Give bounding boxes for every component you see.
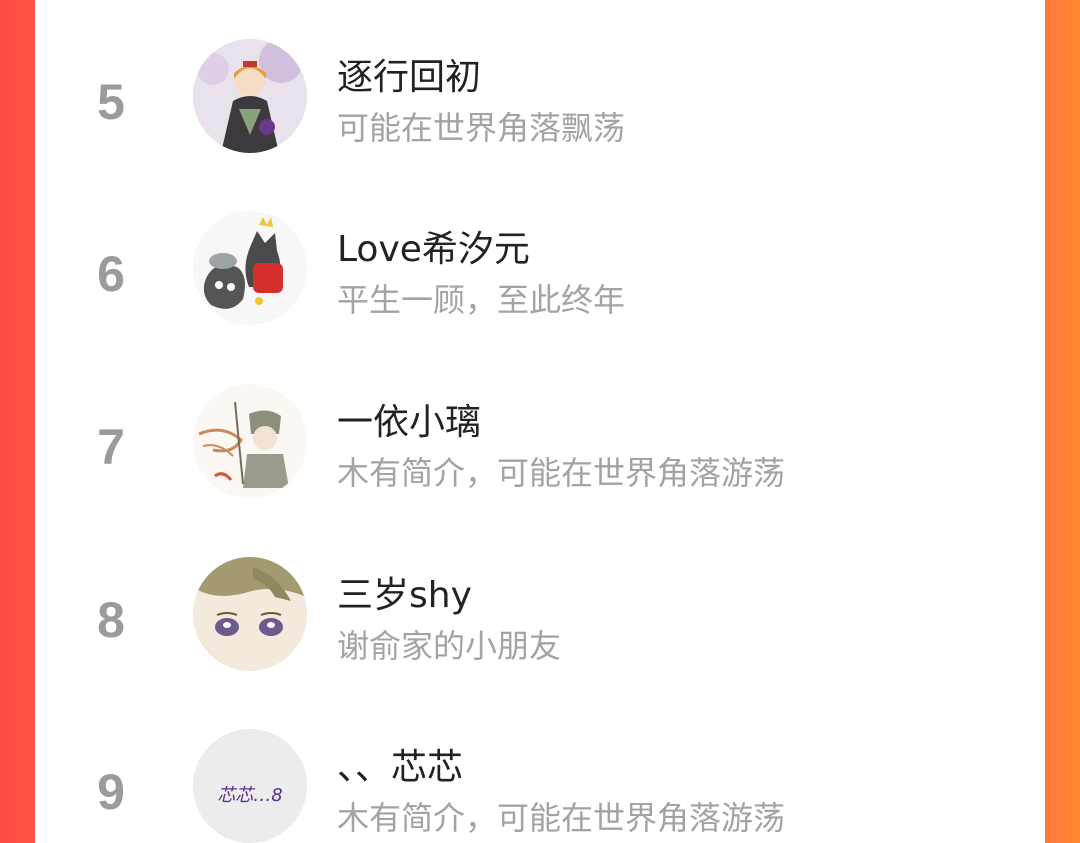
user-bio: 平生一顾，至此终年 bbox=[337, 281, 626, 319]
rank-number: 7 bbox=[97, 419, 125, 475]
avatar-anime-girl-kimono-icon[interactable] bbox=[193, 39, 307, 153]
avatar-anime-child-face-icon[interactable] bbox=[193, 557, 307, 671]
ranking-screen: 5 逐行回初 可能在世界角落飘荡 6 Love希汐元 平生一顾，至此终年 7 一… bbox=[0, 0, 1080, 843]
rank-number: 5 bbox=[97, 74, 125, 130]
rank-number: 8 bbox=[97, 592, 125, 648]
user-bio: 可能在世界角落飘荡 bbox=[337, 109, 626, 147]
list-item[interactable]: 8 三岁shy 谢俞家的小朋友 bbox=[35, 528, 1045, 700]
user-name[interactable]: 一依小璃 bbox=[337, 401, 481, 445]
list-item[interactable]: 6 Love希汐元 平生一顾，至此终年 bbox=[35, 182, 1045, 354]
ranking-list-card: 5 逐行回初 可能在世界角落飘荡 6 Love希汐元 平生一顾，至此终年 7 一… bbox=[35, 0, 1045, 843]
user-name[interactable]: 三岁shy bbox=[337, 574, 472, 618]
rank-number: 6 bbox=[97, 246, 125, 302]
user-name[interactable]: Love希汐元 bbox=[337, 228, 530, 272]
avatar-text: 芯芯…8 bbox=[217, 785, 282, 806]
avatar-sketch-character-icon[interactable] bbox=[193, 384, 307, 498]
user-bio: 谢俞家的小朋友 bbox=[337, 627, 562, 665]
user-name[interactable]: 逐行回初 bbox=[337, 56, 481, 100]
user-bio: 木有简介，可能在世界角落游荡 bbox=[337, 454, 786, 492]
user-name[interactable]: 、、芯芯 bbox=[337, 746, 463, 790]
avatar-cartoon-wolves-icon[interactable] bbox=[193, 211, 307, 325]
list-item[interactable]: 7 一依小璃 木有简介，可能在世界角落游荡 bbox=[35, 355, 1045, 527]
list-item[interactable]: 5 逐行回初 可能在世界角落飘荡 bbox=[35, 10, 1045, 182]
user-bio: 木有简介，可能在世界角落游荡 bbox=[337, 799, 786, 837]
rank-number: 9 bbox=[97, 764, 125, 820]
list-item[interactable]: 9 芯芯…8 、、芯芯 木有简介，可能在世界角落游荡 bbox=[35, 700, 1045, 843]
avatar-handwritten-text-icon[interactable]: 芯芯…8 bbox=[193, 729, 307, 843]
